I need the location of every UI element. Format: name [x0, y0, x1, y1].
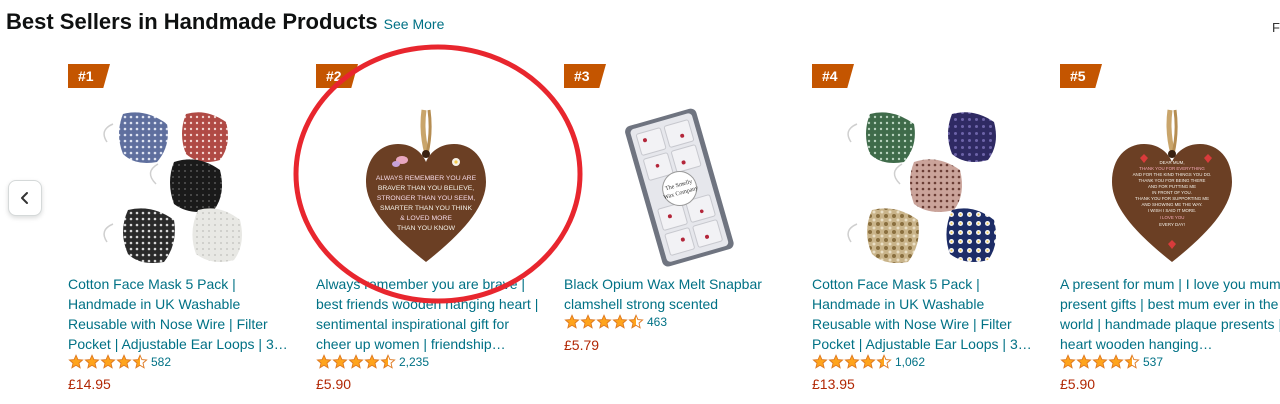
product-card: #3 The Smelly Wax Company Black Opium Wa…: [564, 64, 789, 404]
star-icon: [580, 314, 596, 329]
product-price: £5.90: [1060, 376, 1096, 392]
star-rating[interactable]: 463: [564, 314, 667, 330]
star-rating[interactable]: 1,062: [812, 354, 925, 370]
image-text: STRONGER THAN YOU SEEM,: [377, 195, 475, 202]
star-icon: [380, 354, 396, 369]
product-card: #1 Cotton Face Mask 5 Pack | Handmade in…: [68, 64, 293, 404]
star-rating-icon: [68, 354, 148, 370]
product-image[interactable]: [812, 102, 1037, 272]
image-text: THANK YOU FOR EVERYTHING: [1139, 166, 1205, 171]
product-title-link[interactable]: Always remember you are brave | best fri…: [316, 274, 541, 354]
star-icon: [332, 354, 348, 369]
rank-badge: #4: [812, 64, 854, 88]
review-count[interactable]: 537: [1143, 355, 1163, 369]
star-rating-icon: [1060, 354, 1140, 370]
section-header: Best Sellers in Handmade Products See Mo…: [6, 9, 444, 35]
star-icon: [812, 354, 828, 369]
product-image[interactable]: DEAR MUM, THANK YOU FOR EVERYTHING AND F…: [1060, 102, 1280, 272]
star-rating[interactable]: 582: [68, 354, 171, 370]
image-text: AND FOR PUTTING ME: [1148, 184, 1196, 189]
product-card: #5 DEAR MUM, THANK YOU FOR EVERYTHING AN…: [1060, 64, 1280, 404]
rank-badge: #5: [1060, 64, 1102, 88]
product-price: £5.79: [564, 337, 600, 353]
image-text: BRAVER THAN YOU BELIEVE,: [378, 185, 474, 192]
product-title-link[interactable]: Cotton Face Mask 5 Pack | Handmade in UK…: [812, 274, 1037, 354]
carousel-prev-button[interactable]: [8, 180, 42, 216]
review-count[interactable]: 463: [647, 315, 667, 329]
star-icon: [1124, 354, 1140, 369]
star-icon: [84, 354, 100, 369]
see-more-link[interactable]: See More: [384, 16, 445, 32]
product-card: #2 ALWAYS REMEMBER YOU ARE BRAVER THAN Y…: [316, 64, 541, 404]
rank-badge: #1: [68, 64, 110, 88]
review-count[interactable]: 2,235: [399, 355, 429, 369]
star-icon: [116, 354, 132, 369]
image-text: AND SHOWING ME THE WAY.: [1141, 202, 1202, 207]
star-icon: [316, 354, 332, 369]
image-text: DEAR MUM,: [1159, 160, 1184, 165]
star-icon: [100, 354, 116, 369]
star-icon: [1108, 354, 1124, 369]
product-image[interactable]: The Smelly Wax Company: [564, 102, 789, 272]
star-icon: [628, 314, 644, 329]
product-title-link[interactable]: Black Opium Wax Melt Snapbar clamshell s…: [564, 274, 789, 314]
product-title-link[interactable]: A present for mum | I love you mum prese…: [1060, 274, 1280, 354]
product-title-link[interactable]: Cotton Face Mask 5 Pack | Handmade in UK…: [68, 274, 293, 354]
star-icon: [844, 354, 860, 369]
star-icon: [876, 354, 892, 369]
product-card: #4 Cotton Face Mask 5 Pack | Handmade in…: [812, 64, 1037, 404]
product-price: £13.95: [812, 376, 855, 392]
star-icon: [132, 354, 148, 369]
image-text: THANK YOU FOR SUPPORTING ME: [1135, 196, 1209, 201]
image-text: & LOVED MORE: [400, 215, 452, 222]
star-rating-icon: [564, 314, 644, 330]
rank-badge: #2: [316, 64, 358, 88]
star-icon: [1060, 354, 1076, 369]
product-price: £5.90: [316, 376, 352, 392]
star-rating[interactable]: 2,235: [316, 354, 429, 370]
image-text: EVERY DAY!: [1159, 222, 1185, 227]
image-text: ALWAYS REMEMBER YOU ARE: [376, 175, 477, 182]
image-text: THANK YOU FOR BEING THERE: [1139, 178, 1206, 183]
product-price: £14.95: [68, 376, 111, 392]
star-icon: [828, 354, 844, 369]
star-icon: [348, 354, 364, 369]
star-rating-icon: [316, 354, 396, 370]
star-icon: [1092, 354, 1108, 369]
star-icon: [612, 314, 628, 329]
product-image[interactable]: [68, 102, 293, 272]
chevron-left-icon: [21, 192, 28, 204]
star-icon: [564, 314, 580, 329]
image-text: I LOVE YOU: [1160, 215, 1185, 220]
star-icon: [68, 354, 84, 369]
image-text: IN FRONT OF YOU.: [1152, 190, 1192, 195]
image-text: SMARTER THAN YOU THINK: [380, 205, 472, 212]
star-icon: [596, 314, 612, 329]
star-icon: [1076, 354, 1092, 369]
review-count[interactable]: 1,062: [895, 355, 925, 369]
review-count[interactable]: 582: [151, 355, 171, 369]
star-icon: [860, 354, 876, 369]
star-icon: [364, 354, 380, 369]
image-text: I WISH I SAID IT MORE.: [1148, 208, 1196, 213]
section-title: Best Sellers in Handmade Products: [6, 9, 378, 34]
image-text: AND FOR THE KIND THINGS YOU DO.: [1133, 172, 1212, 177]
clipped-header-text: F: [1272, 20, 1280, 35]
star-rating-icon: [812, 354, 892, 370]
product-image[interactable]: ALWAYS REMEMBER YOU ARE BRAVER THAN YOU …: [316, 102, 541, 272]
image-text: THAN YOU KNOW: [397, 225, 456, 232]
rank-badge: #3: [564, 64, 606, 88]
star-rating[interactable]: 537: [1060, 354, 1163, 370]
